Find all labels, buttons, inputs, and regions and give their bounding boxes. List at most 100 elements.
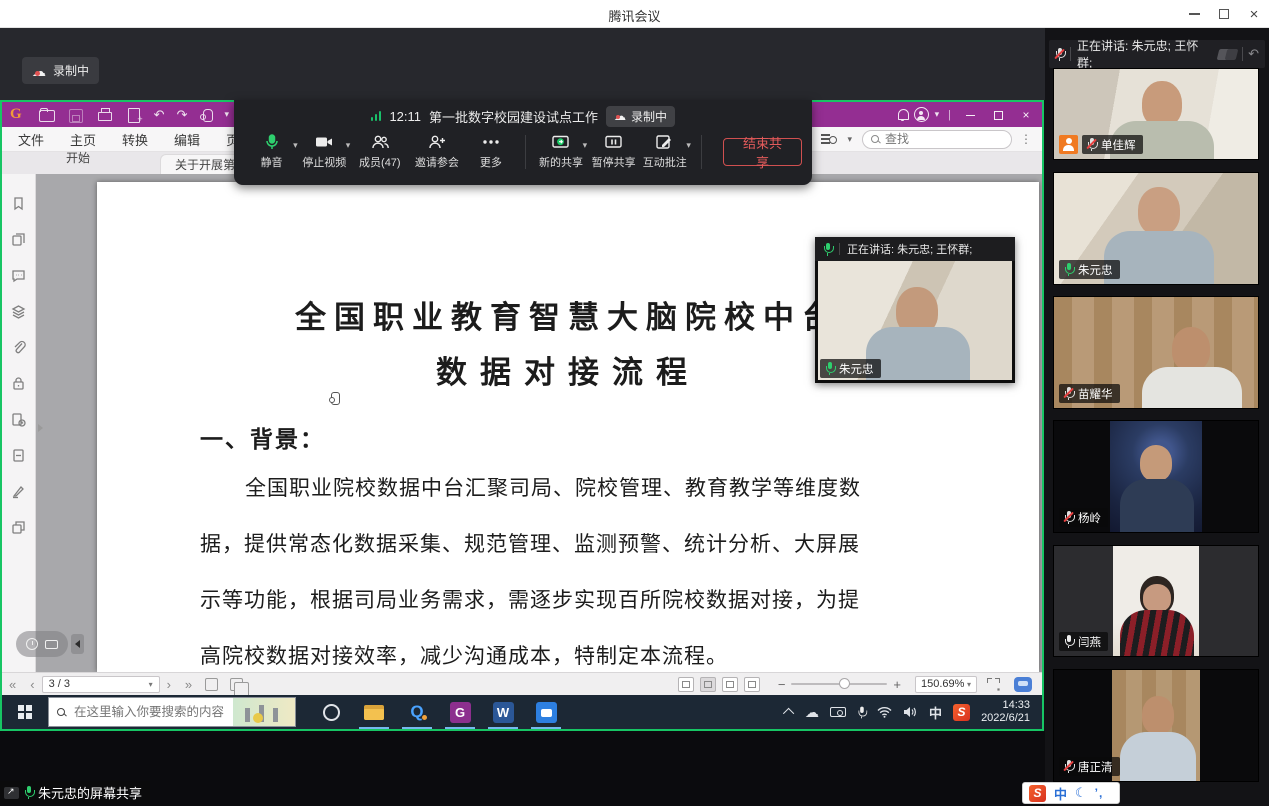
layout-switch-icon[interactable] — [1225, 49, 1239, 60]
more-options-icon[interactable]: ⋮ — [1020, 132, 1032, 146]
menu-convert[interactable]: 转换 — [122, 130, 148, 149]
redo-icon[interactable]: ↷ — [177, 102, 188, 127]
single-page-view-icon[interactable] — [678, 677, 694, 692]
taskbar-search-box[interactable] — [48, 697, 296, 727]
taskbar-clock[interactable]: 14:33 2022/6/21 — [981, 699, 1034, 725]
invite-button[interactable]: 邀请参会 — [408, 134, 465, 170]
security-icon[interactable] — [11, 376, 26, 391]
sogou-tray-icon[interactable]: S — [953, 704, 970, 721]
start-button[interactable] — [2, 695, 48, 729]
search-options-icon[interactable] — [821, 133, 837, 145]
participant-tile[interactable]: 杨岭 — [1053, 420, 1259, 533]
account-caret-icon[interactable]: ▾ — [935, 109, 940, 120]
zoom-knob[interactable] — [839, 678, 850, 689]
mute-caret-icon[interactable]: ▾ — [293, 140, 298, 151]
ime-punctuation-icon[interactable]: ’, — [1095, 786, 1104, 800]
taskbar-word-button[interactable]: W — [490, 695, 516, 729]
collapse-sidebar-icon[interactable]: ↶ — [1248, 46, 1259, 62]
save-icon[interactable] — [68, 108, 83, 122]
tray-expand-icon[interactable] — [783, 708, 794, 719]
close-button[interactable]: × — [1239, 0, 1269, 28]
page-thumbnail-icon[interactable] — [11, 448, 26, 463]
participant-tile[interactable]: 闫燕 — [1053, 545, 1259, 657]
zoom-in-icon[interactable]: + — [887, 677, 907, 692]
clipboard-icon[interactable] — [230, 678, 243, 691]
first-page-icon[interactable]: « — [9, 677, 16, 692]
members-button[interactable]: 成员(47) — [351, 134, 408, 170]
open-file-icon[interactable] — [39, 108, 54, 122]
undo-icon[interactable]: ↶ — [154, 102, 165, 127]
self-muted-mic-icon[interactable] — [1055, 48, 1064, 61]
widget-collapse-button[interactable] — [71, 634, 84, 654]
last-page-icon[interactable]: » — [185, 677, 192, 692]
layers-icon[interactable] — [11, 304, 26, 319]
rail-expand-icon[interactable] — [38, 424, 43, 432]
menu-edit[interactable]: 编辑 — [174, 130, 200, 149]
chat-icon[interactable] — [45, 640, 58, 649]
taskbar-meeting-button[interactable] — [533, 695, 559, 729]
page-caret-icon[interactable]: ▾ — [149, 680, 153, 689]
foxit-minimize-button[interactable] — [958, 108, 982, 122]
wifi-icon[interactable] — [877, 706, 892, 718]
taskbar-foxit-button[interactable]: G — [447, 695, 473, 729]
zoom-out-icon[interactable]: − — [772, 677, 792, 692]
end-share-button[interactable]: 结束共享 — [723, 138, 802, 166]
device-icon[interactable] — [830, 707, 846, 717]
assistant-icon[interactable] — [1014, 677, 1032, 692]
taskbar-explorer-button[interactable] — [361, 695, 387, 729]
print-icon[interactable] — [97, 108, 112, 122]
search-options-caret-icon[interactable]: ▾ — [847, 134, 852, 145]
participant-tile[interactable]: 朱元忠 — [1053, 172, 1259, 285]
ime-indicator[interactable]: 中 — [929, 703, 942, 722]
facing-view-icon[interactable] — [722, 677, 738, 692]
onedrive-icon[interactable]: ☁ — [805, 705, 819, 719]
more-button[interactable]: 更多 — [465, 134, 516, 170]
next-page-icon[interactable]: › — [167, 677, 171, 692]
sogou-ime-bar[interactable]: S 中 ☾ ’, — [1022, 782, 1120, 804]
participant-tile[interactable]: 单佳辉 — [1053, 68, 1259, 160]
duplicate-view-icon[interactable] — [11, 520, 26, 535]
page-number-box[interactable]: 3 / 3 ▾ — [42, 676, 160, 693]
export-icon[interactable] — [126, 108, 141, 122]
maximize-button[interactable] — [1209, 0, 1239, 28]
hand-tool-icon[interactable] — [200, 108, 215, 122]
find-input-field[interactable] — [885, 132, 1003, 146]
zoom-caret-icon[interactable]: ▾ — [967, 680, 971, 689]
participant-tile[interactable]: 苗耀华 — [1053, 296, 1259, 409]
ime-night-mode-icon[interactable]: ☾ — [1075, 785, 1087, 801]
mute-button[interactable]: 静音 — [246, 134, 297, 170]
tray-mic-icon[interactable] — [857, 706, 865, 718]
sogou-logo-icon[interactable]: S — [1029, 785, 1046, 802]
zoom-slider[interactable]: − + — [772, 677, 907, 692]
stop-video-button[interactable]: 停止视频 — [299, 134, 350, 170]
video-caret-icon[interactable]: ▾ — [346, 140, 351, 151]
prev-page-icon[interactable]: ‹ — [30, 677, 34, 692]
ime-mode-label[interactable]: 中 — [1054, 784, 1067, 803]
floating-widget[interactable] — [16, 631, 84, 657]
tab-start[interactable]: 开始 — [38, 140, 118, 174]
recording-badge[interactable]: ☁ 录制中 — [22, 57, 99, 84]
attachments-icon[interactable] — [11, 340, 26, 355]
zoom-track[interactable] — [791, 683, 887, 685]
recent-doc-icon[interactable] — [11, 412, 26, 427]
facing-continuous-view-icon[interactable] — [744, 677, 760, 692]
signature-icon[interactable] — [11, 484, 26, 499]
hand-tool-caret-icon[interactable]: ▾ — [224, 109, 229, 120]
share-caret-icon[interactable]: ▾ — [583, 140, 588, 151]
minimize-button[interactable] — [1179, 0, 1209, 28]
fullscreen-icon[interactable] — [987, 678, 1000, 691]
speaker-video-overlay[interactable]: 正在讲话: 朱元忠; 王怀群; 朱元忠 — [815, 237, 1015, 383]
continuous-view-icon[interactable] — [700, 677, 716, 692]
foxit-restore-button[interactable] — [986, 108, 1010, 122]
taskbar-search-input[interactable] — [74, 705, 224, 719]
annotate-button[interactable]: 互动批注 — [639, 134, 690, 170]
comments-icon[interactable] — [11, 268, 26, 283]
meeting-timer-icon[interactable] — [26, 638, 38, 650]
foxit-close-button[interactable]: × — [1014, 108, 1038, 122]
pages-icon[interactable] — [11, 232, 26, 247]
volume-icon[interactable] — [903, 706, 918, 718]
toolbar-recording-badge[interactable]: ☁ 录制中 — [606, 106, 675, 127]
new-share-button[interactable]: 新的共享 — [535, 134, 586, 170]
participant-tile[interactable]: 唐正清 — [1053, 669, 1259, 782]
taskbar-browser-button[interactable]: Q — [404, 695, 430, 729]
